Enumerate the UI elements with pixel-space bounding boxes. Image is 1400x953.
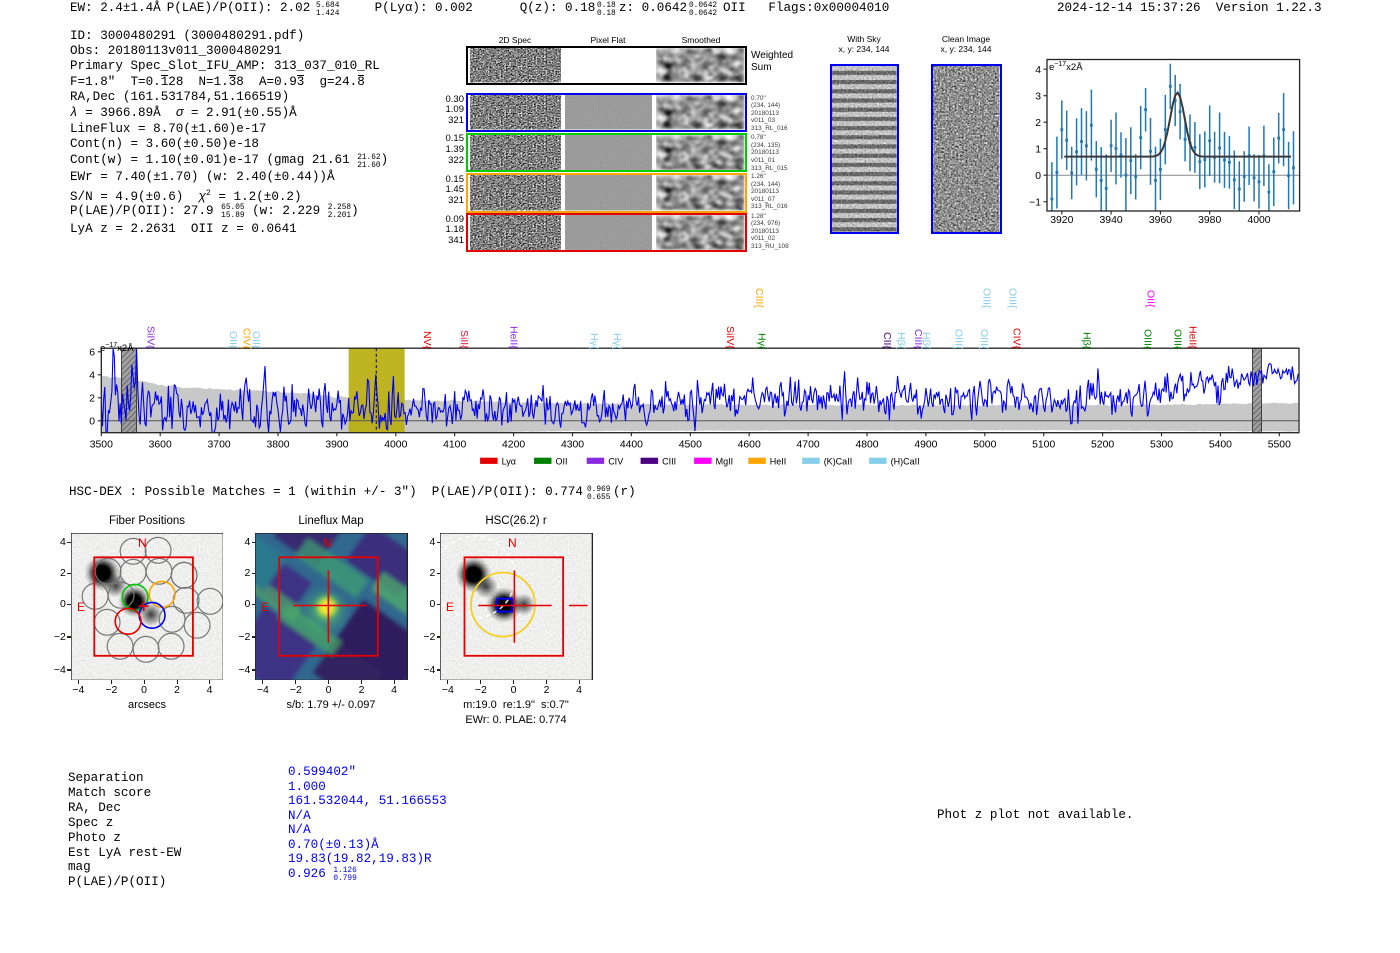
svg-text:4300: 4300 [561, 439, 584, 450]
svg-text:0: 0 [1035, 171, 1041, 182]
svg-text:4400: 4400 [620, 439, 643, 450]
svg-text:4200: 4200 [502, 439, 525, 450]
svg-text:6: 6 [89, 348, 95, 359]
svg-text:3700: 3700 [208, 439, 231, 450]
svg-text:5400: 5400 [1209, 439, 1232, 450]
svg-text:3: 3 [1035, 92, 1041, 103]
svg-text:5000: 5000 [973, 439, 996, 450]
svg-text:−1: −1 [1029, 198, 1041, 209]
svg-text:4: 4 [1035, 65, 1041, 76]
svg-text:CIV: CIV [608, 457, 623, 467]
svg-text:HeII: HeII [770, 457, 787, 467]
svg-text:1: 1 [1035, 145, 1041, 156]
svg-text:3500: 3500 [90, 439, 113, 450]
svg-text:4500: 4500 [679, 439, 702, 450]
svg-text:3940: 3940 [1100, 215, 1123, 226]
svg-text:2: 2 [89, 394, 95, 405]
svg-text:(H)CaII: (H)CaII [891, 457, 920, 467]
svg-text:Lyα: Lyα [502, 457, 516, 467]
svg-text:5200: 5200 [1091, 439, 1114, 450]
svg-text:5300: 5300 [1150, 439, 1173, 450]
svg-text:(K)CaII: (K)CaII [824, 457, 853, 467]
svg-text:5500: 5500 [1268, 439, 1291, 450]
svg-text:3900: 3900 [325, 439, 348, 450]
svg-text:4000: 4000 [1247, 215, 1270, 226]
svg-text:0: 0 [89, 417, 95, 428]
svg-text:4100: 4100 [443, 439, 466, 450]
svg-text:4700: 4700 [797, 439, 820, 450]
svg-text:CIII: CIII [662, 457, 676, 467]
svg-text:5100: 5100 [1032, 439, 1055, 450]
svg-text:2: 2 [1035, 118, 1041, 129]
svg-text:4: 4 [89, 371, 95, 382]
svg-text:3960: 3960 [1149, 215, 1172, 226]
svg-text:4600: 4600 [738, 439, 761, 450]
svg-text:4000: 4000 [384, 439, 407, 450]
svg-text:MgII: MgII [716, 457, 734, 467]
svg-text:OII: OII [556, 457, 568, 467]
svg-text:3600: 3600 [149, 439, 172, 450]
svg-text:3980: 3980 [1198, 215, 1221, 226]
svg-text:3800: 3800 [266, 439, 289, 450]
svg-text:4900: 4900 [914, 439, 937, 450]
svg-text:3920: 3920 [1050, 215, 1073, 226]
svg-text:4800: 4800 [855, 439, 878, 450]
